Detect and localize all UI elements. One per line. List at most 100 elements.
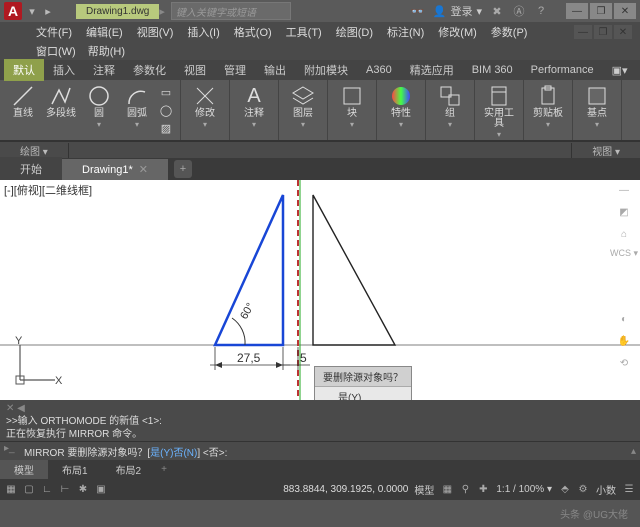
nav-home-icon[interactable]: ⌂ [616,226,632,242]
menu-file[interactable]: 文件(F) [30,22,78,42]
ribbon-tab-parametric[interactable]: 参数化 [124,59,175,81]
sb-scale-icon[interactable]: ▦ [440,482,454,496]
polyline-button[interactable]: 多段线 [42,82,80,121]
block-button[interactable]: 块▾ [333,82,371,131]
ucs-y-label: Y [15,335,22,347]
chevron-icon[interactable]: ✕ ◀ [6,403,25,414]
doc-minimize-button[interactable]: — [574,25,592,39]
menu-tools[interactable]: 工具(T) [280,22,328,42]
sb-polar-icon[interactable]: ✱ [76,482,90,496]
hatch-icon[interactable]: ▨ [158,120,174,136]
menu-draw[interactable]: 绘图(D) [330,22,379,42]
layout-tab-model[interactable]: 模型 [0,460,48,479]
basepoint-button[interactable]: 基点▾ [578,82,616,131]
layout-tab-add[interactable]: + [155,462,173,477]
app-menu-dropdown-icon[interactable]: ▾ [25,4,39,18]
command-history[interactable]: ✕ ◀ >>输入 ORTHOMODE 的新值 <1>: 正在恢复执行 MIRRO… [0,400,640,441]
layout-tab-1[interactable]: 布局1 [48,460,102,479]
tab-close-icon[interactable]: ✕ [139,164,148,176]
sb-grid-icon[interactable]: ▢ [22,482,36,496]
menu-dimension[interactable]: 标注(N) [381,22,430,42]
ellipse-icon[interactable]: ◯ [158,102,174,118]
search-input[interactable]: 键入关键字或短语 [171,2,291,20]
panel-label-draw[interactable]: 绘图 ▾ [0,143,69,158]
nav-minimize-icon[interactable]: — [616,182,632,198]
binoculars-icon[interactable]: 👓 [411,4,425,18]
tab-start[interactable]: 开始 [0,157,62,181]
menu-view[interactable]: 视图(V) [131,22,180,42]
nav-wheel-icon[interactable]: ◐ [616,311,632,327]
close-button[interactable]: ✕ [614,3,636,19]
user-icon: 👤 [433,5,447,18]
ribbon-tab-featured[interactable]: 精选应用 [401,59,463,81]
wcs-label[interactable]: WCS ▾ [610,248,638,259]
rectangle-icon[interactable]: ▭ [158,84,174,100]
maximize-button[interactable]: ❐ [590,3,612,19]
tab-add-button[interactable]: + [174,160,192,178]
viewcube-icon[interactable]: ◩ [616,204,632,220]
utilities-button[interactable]: 实用工具▾ [480,82,518,141]
tab-drawing1[interactable]: Drawing1*✕ [62,159,168,180]
ribbon-tab-default[interactable]: 默认 [4,59,44,81]
panel-label-view[interactable]: 视图 ▾ [571,143,640,158]
sb-gear-icon[interactable]: ✚ [476,482,490,496]
sb-snap-icon[interactable]: ∟ [40,482,54,496]
sb-iso-icon[interactable]: ⬘ [558,482,572,496]
doc-close-button[interactable]: ✕ [614,25,632,39]
sb-units-icon[interactable]: ⚙ [576,482,590,496]
ribbon-tab-addons[interactable]: 附加模块 [295,59,357,81]
ribbon-tab-output[interactable]: 输出 [255,59,295,81]
ribbon-tab-bim360[interactable]: BIM 360 [463,61,522,79]
ribbon-tab-insert[interactable]: 插入 [44,59,84,81]
annotate-button[interactable]: A注释▾ [235,82,273,131]
sb-model-label[interactable]: 模型 [412,482,436,497]
doc-restore-button[interactable]: ❐ [594,25,612,39]
cmd-expand-icon[interactable]: ▴ [631,446,636,457]
circle-button[interactable]: 圆▾ [80,82,118,131]
line-button[interactable]: 直线 [4,82,42,121]
ribbon-tab-performance[interactable]: Performance [522,61,603,79]
command-input[interactable]: ▸_ MIRROR 要删除源对象吗？[是(Y) 否(N)] <否>: ▴ [0,441,640,460]
help-icon[interactable]: ? [534,4,548,18]
menu-edit[interactable]: 编辑(E) [80,22,129,42]
ribbon-tab-annotate[interactable]: 注释 [84,59,124,81]
qat-chevron-icon[interactable]: ▸ [41,4,55,18]
menu-format[interactable]: 格式(O) [228,22,278,42]
nav-orbit-icon[interactable]: ⟲ [616,355,632,371]
a-icon[interactable]: Ⓐ [512,4,526,18]
sb-anno-icon[interactable]: ⚲ [458,482,472,496]
properties-button[interactable]: 特性▾ [382,82,420,131]
ribbon-tab-a360[interactable]: A360 [357,61,401,79]
sb-zoom[interactable]: 1:1 / 100% ▾ [494,484,554,495]
nav-pan-icon[interactable]: ✋ [616,333,632,349]
cmd-opt-yes[interactable]: 是(Y) [150,444,173,459]
ribbon-tab-view[interactable]: 视图 [175,59,215,81]
layers-button[interactable]: 图层▾ [284,82,322,131]
arc-button[interactable]: 圆弧▾ [118,82,156,131]
login-button[interactable]: 👤 登录 ▾ [433,3,482,19]
menu-window[interactable]: 窗口(W) [30,41,82,61]
sb-osnap-icon[interactable]: ▣ [94,482,108,496]
sb-model-icon[interactable]: ▦ [4,482,18,496]
sb-ortho-icon[interactable]: ⊢ [58,482,72,496]
menu-param[interactable]: 参数(P) [485,22,534,42]
popup-option-yes[interactable]: 是(Y) [315,387,411,400]
sb-customize-icon[interactable]: ☰ [622,482,636,496]
ribbon-tab-more-icon[interactable]: ▣▾ [603,61,637,80]
clipboard-button[interactable]: 剪贴板▾ [529,82,567,131]
exchange-icon[interactable]: ✖ [490,4,504,18]
ribbon-tab-manage[interactable]: 管理 [215,59,255,81]
minimize-button[interactable]: — [566,3,588,19]
menu-insert[interactable]: 插入(I) [181,22,225,42]
drawing-canvas[interactable]: [-][俯视][二维线框] 60° 27,5 5 Y X — ◩ ⌂ WCS [0,180,640,400]
sb-decimal[interactable]: 小数 [594,482,618,497]
menu-help[interactable]: 帮助(H) [82,41,131,61]
ribbon-footer: 绘图 ▾ 视图 ▾ [0,141,640,158]
modify-button[interactable]: 修改▾ [186,82,224,131]
layout-tabs: 模型 布局1 布局2 + [0,460,640,478]
cmd-opt-no[interactable]: 否(N) [173,444,197,459]
layout-tab-2[interactable]: 布局2 [102,460,156,479]
group-button[interactable]: 组▾ [431,82,469,131]
menu-modify[interactable]: 修改(M) [432,22,483,42]
app-icon[interactable]: A [4,2,22,20]
